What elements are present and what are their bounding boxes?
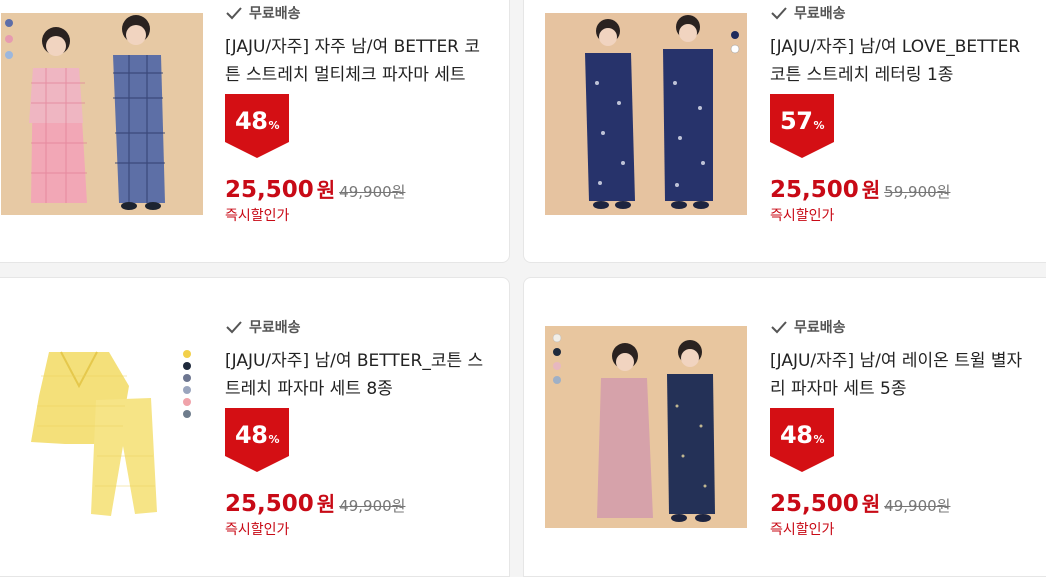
product-title[interactable]: [JAJU/자주] 남/여 LOVE_BETTER 코튼 스트레치 레터링 1종 xyxy=(770,33,1035,89)
percent-sign: % xyxy=(813,119,824,132)
discount-rate: 48 xyxy=(780,421,813,449)
instant-discount-label: 즉시할인가 xyxy=(770,208,835,224)
discount-rate: 48 xyxy=(235,421,268,449)
product-image[interactable] xyxy=(1,13,203,215)
free-shipping: 무료배송 xyxy=(225,1,505,25)
currency-unit: 원 xyxy=(861,178,881,202)
shipping-label: 무료배송 xyxy=(794,6,846,22)
original-price: 49,900원 xyxy=(884,497,951,515)
discount-badge: 48% xyxy=(770,408,834,472)
product-info: 무료배송 [JAJU/자주] 자주 남/여 BETTER 코튼 스트레치 멀티체… xyxy=(225,1,505,225)
original-price: 59,900원 xyxy=(884,183,951,201)
discount-badge: 48% xyxy=(225,94,289,158)
discount-rate: 57 xyxy=(780,107,813,135)
product-card[interactable]: 무료배송 [JAJU/자주] 남/여 레이온 트윌 별자리 파자마 세트 5종 … xyxy=(523,277,1046,577)
check-icon xyxy=(771,7,787,20)
price-row: 25,500 원 49,900원 xyxy=(225,174,505,203)
product-image[interactable] xyxy=(545,13,747,215)
shipping-label: 무료배송 xyxy=(249,320,301,336)
instant-discount-label: 즉시할인가 xyxy=(225,208,290,224)
percent-sign: % xyxy=(813,433,824,446)
shipping-label: 무료배송 xyxy=(249,6,301,22)
sale-price: 25,500 xyxy=(770,491,859,517)
discount-badge: 57% xyxy=(770,94,834,158)
check-icon xyxy=(771,321,787,334)
instant-discount-label: 즉시할인가 xyxy=(770,522,835,538)
discount-badge: 48% xyxy=(225,408,289,472)
price-row: 25,500 원 49,900원 xyxy=(225,488,505,517)
product-title[interactable]: [JAJU/자주] 남/여 BETTER_코튼 스트레치 파자마 세트 8종 xyxy=(225,347,490,403)
product-card[interactable]: 무료배송 [JAJU/자주] 남/여 LOVE_BETTER 코튼 스트레치 레… xyxy=(523,0,1046,263)
sale-price: 25,500 xyxy=(225,491,314,517)
product-info: 무료배송 [JAJU/자주] 남/여 BETTER_코튼 스트레치 파자마 세트… xyxy=(225,315,505,539)
product-image[interactable] xyxy=(1,326,203,528)
price-row: 25,500 원 59,900원 xyxy=(770,174,1046,203)
product-card[interactable]: 무료배송 [JAJU/자주] 남/여 BETTER_코튼 스트레치 파자마 세트… xyxy=(0,277,510,577)
percent-sign: % xyxy=(268,119,279,132)
original-price: 49,900원 xyxy=(339,497,406,515)
instant-discount-label: 즉시할인가 xyxy=(225,522,290,538)
check-icon xyxy=(226,321,242,334)
discount-rate: 48 xyxy=(235,107,268,135)
product-info: 무료배송 [JAJU/자주] 남/여 LOVE_BETTER 코튼 스트레치 레… xyxy=(770,1,1046,225)
free-shipping: 무료배송 xyxy=(770,1,1046,25)
product-title[interactable]: [JAJU/자주] 자주 남/여 BETTER 코튼 스트레치 멀티체크 파자마… xyxy=(225,33,490,89)
product-title[interactable]: [JAJU/자주] 남/여 레이온 트윌 별자리 파자마 세트 5종 xyxy=(770,347,1035,403)
free-shipping: 무료배송 xyxy=(770,315,1046,339)
shipping-label: 무료배송 xyxy=(794,320,846,336)
currency-unit: 원 xyxy=(316,492,336,516)
currency-unit: 원 xyxy=(861,492,881,516)
free-shipping: 무료배송 xyxy=(225,315,505,339)
product-info: 무료배송 [JAJU/자주] 남/여 레이온 트윌 별자리 파자마 세트 5종 … xyxy=(770,315,1046,539)
check-icon xyxy=(226,7,242,20)
sale-price: 25,500 xyxy=(225,177,314,203)
product-card[interactable]: 무료배송 [JAJU/자주] 자주 남/여 BETTER 코튼 스트레치 멀티체… xyxy=(0,0,510,263)
price-row: 25,500 원 49,900원 xyxy=(770,488,1046,517)
sale-price: 25,500 xyxy=(770,177,859,203)
product-image[interactable] xyxy=(545,326,747,528)
original-price: 49,900원 xyxy=(339,183,406,201)
percent-sign: % xyxy=(268,433,279,446)
currency-unit: 원 xyxy=(316,178,336,202)
